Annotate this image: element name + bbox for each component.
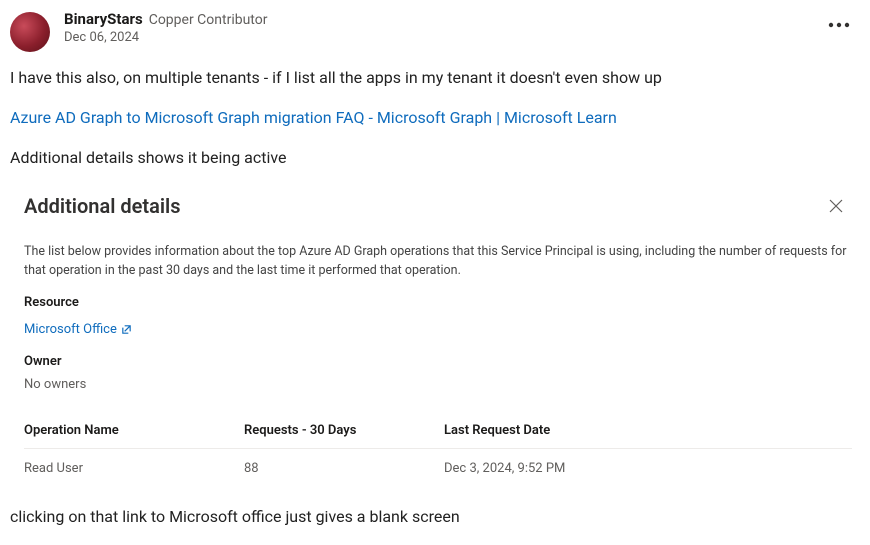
table-header-row: Operation Name Requests - 30 Days Last R…	[24, 413, 852, 449]
post-body: I have this also, on multiple tenants - …	[0, 52, 870, 529]
resource-link-text: Microsoft Office	[24, 320, 117, 340]
post-date: Dec 06, 2024	[64, 30, 267, 45]
panel-description: The list below provides information abou…	[24, 243, 852, 281]
external-link[interactable]: Azure AD Graph to Microsoft Graph migrat…	[10, 108, 617, 127]
more-options-button[interactable]	[822, 16, 856, 34]
col-requests[interactable]: Requests - 30 Days	[244, 413, 444, 449]
author-name[interactable]: BinaryStars	[64, 10, 143, 28]
resource-link[interactable]: Microsoft Office	[24, 320, 132, 340]
table-row[interactable]: Read User 88 Dec 3, 2024, 9:52 PM	[24, 449, 852, 489]
author-role: Copper Contributor	[149, 12, 268, 28]
close-button[interactable]	[822, 193, 850, 221]
post-paragraph: Additional details shows it being active	[10, 146, 860, 170]
owner-value: No owners	[24, 375, 852, 395]
additional-details-panel: Additional details The list below provid…	[10, 186, 860, 489]
operations-table: Operation Name Requests - 30 Days Last R…	[24, 413, 852, 489]
col-operation-name[interactable]: Operation Name	[24, 413, 244, 449]
owner-label: Owner	[24, 352, 852, 372]
author-block: BinaryStars Copper Contributor Dec 06, 2…	[64, 10, 267, 45]
cell-operation-name: Read User	[24, 449, 244, 489]
panel-title: Additional details	[24, 187, 852, 243]
col-last-request[interactable]: Last Request Date	[444, 413, 852, 449]
avatar[interactable]	[10, 12, 50, 52]
post-paragraph: I have this also, on multiple tenants - …	[10, 66, 860, 90]
external-link-icon	[121, 324, 132, 335]
post-paragraph: clicking on that link to Microsoft offic…	[10, 505, 860, 529]
cell-last-request: Dec 3, 2024, 9:52 PM	[444, 449, 852, 489]
cell-requests: 88	[244, 449, 444, 489]
close-icon	[829, 199, 843, 213]
post-header: BinaryStars Copper Contributor Dec 06, 2…	[0, 10, 870, 52]
forum-post: BinaryStars Copper Contributor Dec 06, 2…	[0, 10, 870, 529]
resource-label: Resource	[24, 293, 852, 313]
dots-icon	[828, 22, 850, 28]
